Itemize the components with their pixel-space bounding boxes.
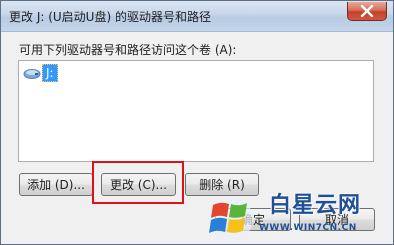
watermark: 白星云网 WWW.WIN7CN.CN xyxy=(197,187,393,244)
title-bar[interactable]: 更改 J: (U启动U盘) 的驱动器号和路径 xyxy=(1,1,393,32)
close-icon xyxy=(360,5,374,17)
watermark-brand: 白星云网 xyxy=(269,193,362,218)
volume-access-label: 可用下列驱动器号和路径访问这个卷 (A): xyxy=(19,43,237,57)
watermark-url: WWW.WIN7CN.CN xyxy=(259,223,357,233)
windows-logo-icon xyxy=(209,197,253,241)
highlight-box xyxy=(92,161,184,204)
list-item[interactable]: J: xyxy=(23,64,58,82)
window-title: 更改 J: (U启动U盘) 的驱动器号和路径 xyxy=(9,10,211,24)
drive-letter-label: J: xyxy=(42,64,58,82)
drive-path-list[interactable]: J: xyxy=(18,60,374,162)
drive-icon xyxy=(23,66,41,80)
close-button[interactable] xyxy=(347,2,387,21)
dialog-window: 更改 J: (U启动U盘) 的驱动器号和路径 可用下列驱动器号和路径访问这个卷 … xyxy=(0,0,394,245)
add-button[interactable]: 添加 (D)... xyxy=(19,173,93,196)
